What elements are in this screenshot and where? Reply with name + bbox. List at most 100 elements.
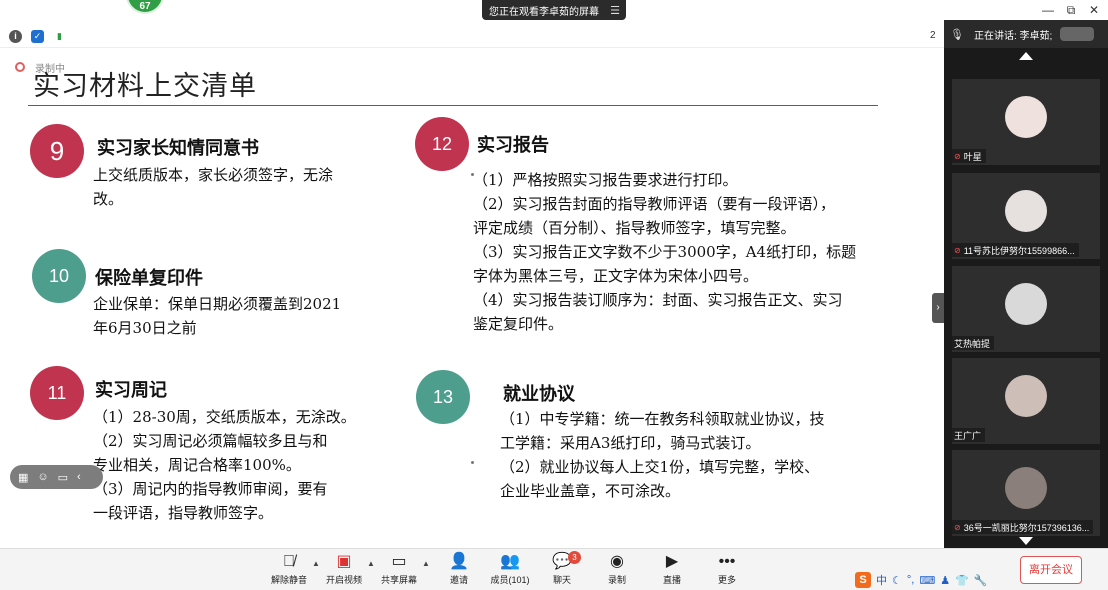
close-icon[interactable]: ✕ (1084, 3, 1104, 17)
shirt-icon[interactable]: 👕 (955, 574, 969, 587)
section-title: 实习周记 (95, 380, 167, 401)
participant-name-tag: ⊘ 36号一凯丽比努尔157396136... (952, 520, 1094, 534)
members-button[interactable]: 👥 成员(101) (482, 552, 538, 586)
section-title: 就业协议 (503, 384, 575, 405)
toolbar-label: 直播 (662, 575, 681, 585)
wrench-icon[interactable]: 🔧 (974, 574, 988, 587)
participant-name: 叶星 (963, 151, 982, 162)
shield-icon[interactable]: ✓ (31, 30, 44, 43)
start-video-button[interactable]: ▣ 开启视频 (316, 552, 372, 586)
user-icon[interactable]: ♟ (940, 574, 950, 587)
scroll-up-icon[interactable] (1019, 52, 1033, 60)
section-title: 保险单复印件 (95, 268, 203, 289)
chevron-up-icon[interactable]: ▲ (422, 559, 430, 568)
scroll-down-icon[interactable] (1019, 537, 1033, 545)
mic-icon: 🎙 (950, 28, 964, 41)
body-line: 字体为黑体三号，正文字体为宋体小四号。 (473, 267, 759, 285)
participant-tile[interactable]: 王广广 (952, 358, 1100, 444)
body-line: （1）严格按照实习报告要求进行打印。 (473, 171, 738, 189)
emoji-icon[interactable]: ☺ (37, 471, 48, 483)
body-line: 一段评语，指导教师签字。 (93, 504, 274, 522)
menu-lines-icon[interactable]: ☰ (610, 4, 620, 17)
body-line: （4）实习报告装订顺序为：封面、实习报告正文、实习 (473, 291, 843, 309)
body-line: （2）就业协议每人上交1份，填写完整，学校、 (500, 458, 820, 476)
chat-bubble-icon[interactable]: ▭ (58, 471, 68, 484)
video-off-icon: ▣ (336, 553, 352, 570)
meeting-info-bar: i ✓ ▮ 2 (0, 26, 944, 48)
minimize-icon[interactable]: — (1038, 3, 1058, 17)
live-icon: ▶ (665, 553, 679, 570)
body-line: （2）实习报告封面的指导教师评语（要有一段评语）， (473, 195, 836, 213)
mic-muted-icon: ⊘ (954, 522, 961, 532)
section-title: 实习家长知情同意书 (97, 138, 259, 159)
participant-tile[interactable]: 艾热帕提 (952, 266, 1100, 352)
invite-button[interactable]: 👤 邀请 (431, 552, 487, 586)
unmute-button[interactable]: 🎙̸ 解除静音 (261, 552, 317, 586)
input-method-bar[interactable]: S 中 ☾ °, ⌨ ♟ 👕 🔧 (855, 571, 988, 589)
expand-panel-icon[interactable]: › (932, 293, 944, 323)
more-button[interactable]: ••• 更多 (699, 552, 755, 586)
unread-badge: 3 (568, 551, 581, 564)
live-button[interactable]: ▶ 直播 (644, 552, 700, 586)
leave-meeting-button[interactable]: 离开会议 (1020, 556, 1082, 584)
participants-gallery: 🎙 正在讲话: 李卓茹; ⊘ 叶星 ⊘ 11号苏比伊努尔15599866... … (944, 20, 1108, 548)
mic-muted-icon: 🎙̸ (283, 553, 295, 570)
punctuation-icon[interactable]: °, (907, 574, 914, 586)
chat-button[interactable]: 💬 3 聊天 (534, 551, 590, 586)
section-body: （1）中专学籍：统一在教务科领取就业协议，技 工学籍：采用A3纸打印，骑马式装订… (500, 407, 825, 503)
annotation-mini-toolbar[interactable]: ▦ ☺ ▭ ‹ (10, 465, 103, 489)
info-icon[interactable]: i (9, 30, 22, 43)
participant-name: 王广广 (954, 430, 982, 441)
toolbar-label: 邀请 (449, 575, 468, 585)
toolbar-label: 解除静音 (270, 575, 307, 585)
body-line: （1）28-30周，交纸质版本，无涂改。 (93, 408, 356, 426)
keyboard-icon[interactable]: ⌨ (919, 574, 935, 587)
section-number-11: 11 (30, 366, 84, 420)
record-button[interactable]: ◉ 录制 (589, 552, 645, 586)
collapse-icon[interactable]: ‹ (77, 471, 81, 483)
body-line: （3）周记内的指导教师审阅，要有 (93, 480, 328, 498)
body-line: 改。 (93, 190, 124, 208)
default-avatar-icon (1005, 283, 1047, 325)
section-title: 实习报告 (477, 135, 549, 156)
grid-icon[interactable]: ▦ (18, 471, 28, 484)
participant-tile[interactable]: ⊘ 11号苏比伊努尔15599866... (952, 173, 1100, 259)
body-line: （2）实习周记必须篇幅较多且与和 (93, 432, 328, 450)
sogou-icon[interactable]: S (855, 572, 871, 588)
participant-tile[interactable]: ⊘ 36号一凯丽比努尔157396136... (952, 450, 1100, 536)
chat-icon: 💬 (552, 553, 572, 570)
restore-icon[interactable]: ⧉ (1061, 3, 1081, 18)
active-speaker-label: 正在讲话: 李卓茹; (973, 30, 1053, 42)
avatar (1005, 467, 1047, 509)
view-mode-edge[interactable]: 2 (930, 30, 936, 41)
participant-name-tag: ⊘ 叶星 (952, 149, 986, 163)
network-badge: 67 (126, 0, 164, 14)
section-number-12: 12 (415, 117, 469, 171)
body-line: 上交纸质版本，家长必须签字，无涂 (93, 166, 334, 184)
record-indicator-icon (15, 62, 25, 72)
body-line: （3）实习报告正文字数不少于3000字，A4纸打印，标题 (473, 243, 857, 261)
body-line: 工学籍：采用A3纸打印，骑马式装订。 (500, 434, 761, 452)
avatar (1005, 96, 1047, 138)
participant-tile[interactable]: ⊘ 叶星 (952, 79, 1100, 165)
ime-mode-label[interactable]: 中 (876, 572, 887, 588)
avatar (1005, 375, 1047, 417)
section-number-13: 13 (416, 370, 470, 424)
toolbar-label: 共享屏幕 (380, 575, 417, 585)
share-notice-text: 您正在观看李卓茹的屏幕 (489, 6, 599, 18)
title-bar: 67 您正在观看李卓茹的屏幕 ☰ — ⧉ ✕ (0, 0, 1108, 26)
members-icon: 👥 (500, 553, 520, 570)
signal-icon[interactable]: ▮ (53, 30, 66, 43)
body-line: （1）中专学籍：统一在教务科领取就业协议，技 (500, 410, 825, 428)
share-screen-button[interactable]: ▭ 共享屏幕 (371, 552, 427, 586)
share-screen-icon: ▭ (391, 553, 407, 570)
toolbar-label: 成员(101) (490, 575, 530, 585)
section-number-10: 10 (32, 249, 86, 303)
screen-share-notice[interactable]: 您正在观看李卓茹的屏幕 ☰ (482, 0, 626, 20)
section-body: （1）严格按照实习报告要求进行打印。 （2）实习报告封面的指导教师评语（要有一段… (473, 168, 856, 336)
bullet-dot (471, 461, 474, 464)
more-icon: ••• (718, 553, 736, 570)
section-body: 上交纸质版本，家长必须签字，无涂 改。 (93, 163, 333, 211)
moon-icon[interactable]: ☾ (892, 574, 902, 587)
blurred-name (1060, 27, 1095, 41)
